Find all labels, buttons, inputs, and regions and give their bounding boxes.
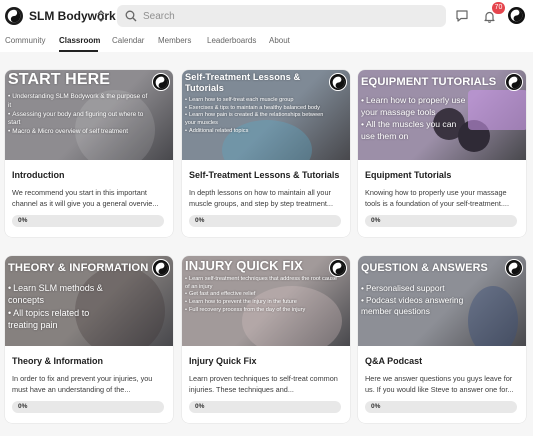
yin-yang-icon: [332, 76, 344, 88]
cover-bullet: All topics related to treating pain: [8, 307, 118, 332]
cover-bullet: Learn self-treatment techniques that add…: [185, 276, 340, 291]
course-description: Learn proven techniques to self-treat co…: [189, 374, 338, 394]
tab-leaderboards[interactable]: Leaderboards: [207, 36, 256, 45]
cover-bullet: Learn how to properly use your massage t…: [361, 95, 466, 119]
chevron-up-down-icon[interactable]: [96, 9, 106, 23]
nav-tabs: Community Classroom Calendar Members Lea…: [0, 32, 533, 52]
course-title: Q&A Podcast: [365, 356, 423, 366]
user-avatar[interactable]: [508, 7, 525, 24]
notification-count-badge: 70: [492, 2, 505, 14]
course-card[interactable]: Self-Treatment Lessons & Tutorials Learn…: [182, 70, 350, 237]
cover-title: Self-Treatment Lessons & Tutorials: [185, 72, 301, 93]
cover-logo: [329, 73, 347, 91]
yin-yang-icon: [508, 262, 520, 274]
course-cover-image: INJURY QUICK FIX Learn self-treatment te…: [182, 256, 350, 346]
cover-title: START HERE: [8, 71, 111, 88]
notifications-button[interactable]: 70: [481, 2, 505, 25]
tab-calendar[interactable]: Calendar: [112, 36, 144, 45]
cover-bullet: Learn how to prevent the injury in the f…: [185, 299, 340, 307]
chat-icon[interactable]: [455, 9, 469, 23]
cover-bullet: Learn how to self-treat each muscle grou…: [185, 97, 325, 105]
cover-bullets: Learn self-treatment techniques that add…: [185, 276, 340, 315]
progress-label: 0%: [371, 217, 381, 224]
course-progress-bar: 0%: [365, 401, 517, 413]
course-description: Here we answer questions you guys leave …: [365, 374, 514, 394]
course-title: Introduction: [12, 170, 65, 180]
cover-bullet: Learn how pain is created & the relation…: [185, 112, 325, 127]
group-logo[interactable]: [5, 7, 23, 25]
tab-members[interactable]: Members: [158, 36, 191, 45]
cover-bullets: Understanding SLM Bodywork & the purpose…: [8, 93, 148, 137]
yin-yang-icon: [510, 9, 523, 22]
course-progress-bar: 0%: [12, 401, 164, 413]
cover-bullets: Personalised support Podcast videos answ…: [361, 283, 476, 318]
course-description: Knowing how to properly use your massage…: [365, 188, 509, 208]
cover-bullet: Additional related topics: [185, 128, 325, 136]
yin-yang-icon: [332, 262, 344, 274]
course-progress-bar: 0%: [12, 215, 164, 227]
cover-bullet: Personalised support: [361, 283, 476, 295]
course-description: We recommend you start in this important…: [12, 188, 159, 208]
cover-title: EQUIPMENT TUTORIALS: [361, 76, 497, 88]
yin-yang-icon: [155, 262, 167, 274]
course-title: Theory & Information: [12, 356, 104, 366]
cover-logo: [152, 73, 170, 91]
search-bar: [117, 5, 446, 27]
cover-logo: [505, 73, 523, 91]
tab-community[interactable]: Community: [5, 36, 45, 45]
progress-label: 0%: [18, 217, 28, 224]
cover-bullet: All the muscles you can use them on: [361, 119, 466, 143]
course-progress-bar: 0%: [365, 215, 517, 227]
cover-bullet: Get fast and effective relief: [185, 291, 340, 299]
tab-classroom[interactable]: Classroom: [59, 36, 100, 45]
cover-title: QUESTION & ANSWERS: [361, 262, 488, 274]
cover-bullet: Podcast videos answering member question…: [361, 295, 476, 318]
course-cover-image: Self-Treatment Lessons & Tutorials Learn…: [182, 70, 350, 160]
course-title: Self-Treatment Lessons & Tutorials: [189, 170, 340, 180]
progress-label: 0%: [195, 217, 205, 224]
search-input[interactable]: [143, 5, 433, 27]
course-card[interactable]: INJURY QUICK FIX Learn self-treatment te…: [182, 256, 350, 423]
cover-bullet: Macro & Micro overview of self treatment: [8, 128, 148, 137]
course-progress-bar: 0%: [189, 215, 341, 227]
course-title: Injury Quick Fix: [189, 356, 257, 366]
course-description: In depth lessons on how to maintain all …: [189, 188, 333, 208]
yin-yang-icon: [508, 76, 520, 88]
progress-label: 0%: [371, 403, 381, 410]
course-progress-bar: 0%: [189, 401, 341, 413]
progress-label: 0%: [195, 403, 205, 410]
cover-bullet: Full recovery process from the day of th…: [185, 307, 340, 315]
course-card[interactable]: THEORY & INFORMATION Learn SLM methods &…: [5, 256, 173, 423]
cover-logo: [329, 259, 347, 277]
yin-yang-icon: [155, 76, 167, 88]
cover-bullet: Learn SLM methods & concepts: [8, 282, 118, 307]
progress-label: 0%: [18, 403, 28, 410]
cover-logo: [505, 259, 523, 277]
tab-about[interactable]: About: [269, 36, 290, 45]
course-cover-image: EQUIPMENT TUTORIALS Learn how to properl…: [358, 70, 526, 160]
course-cover-image: THEORY & INFORMATION Learn SLM methods &…: [5, 256, 173, 346]
course-title: Equipment Tutorials: [365, 170, 452, 180]
cover-title: THEORY & INFORMATION: [8, 262, 149, 274]
top-bar: SLM Bodywork 70: [0, 0, 533, 32]
cover-title: INJURY QUICK FIX: [185, 258, 303, 273]
active-tab-indicator: [59, 50, 98, 52]
course-card[interactable]: QUESTION & ANSWERS Personalised support …: [358, 256, 526, 423]
cover-bullet: Understanding SLM Bodywork & the purpose…: [8, 93, 148, 111]
cover-bullets: Learn how to self-treat each muscle grou…: [185, 97, 325, 136]
yin-yang-icon: [7, 9, 21, 23]
course-card[interactable]: EQUIPMENT TUTORIALS Learn how to properl…: [358, 70, 526, 237]
cover-bullets: Learn SLM methods & concepts All topics …: [8, 282, 118, 332]
course-cover-image: START HERE Understanding SLM Bodywork & …: [5, 70, 173, 160]
search-icon: [125, 10, 137, 22]
course-description: In order to fix and prevent your injurie…: [12, 374, 153, 394]
cover-bullet: Assessing your body and figuring out whe…: [8, 111, 148, 129]
cover-bullets: Learn how to properly use your massage t…: [361, 95, 466, 142]
course-cover-image: QUESTION & ANSWERS Personalised support …: [358, 256, 526, 346]
cover-logo: [152, 259, 170, 277]
course-card[interactable]: START HERE Understanding SLM Bodywork & …: [5, 70, 173, 237]
